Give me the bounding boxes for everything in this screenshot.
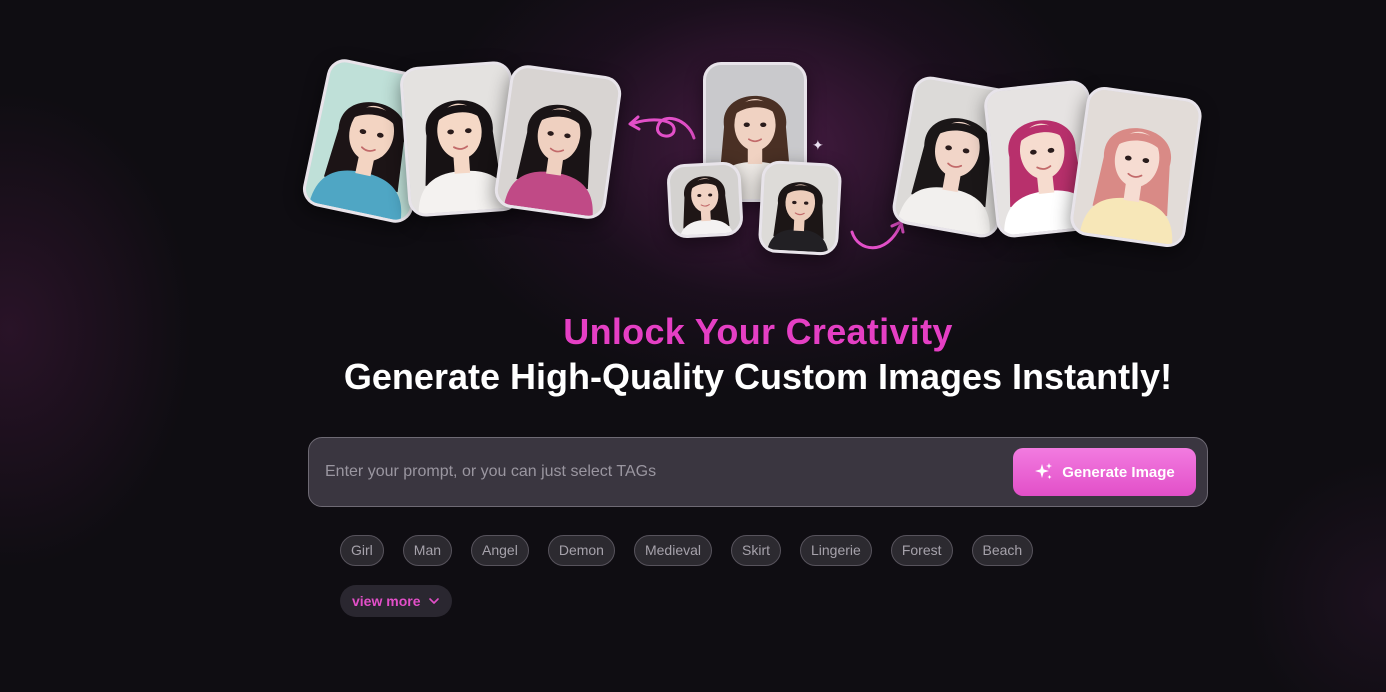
chevron-down-icon bbox=[429, 598, 440, 604]
tag-chip[interactable]: Beach bbox=[971, 535, 1034, 566]
generate-image-button[interactable]: Generate Image bbox=[1013, 448, 1196, 496]
tag-chip[interactable]: Man bbox=[402, 535, 453, 566]
portrait-woman-small bbox=[666, 161, 744, 239]
generate-image-label: Generate Image bbox=[1062, 463, 1175, 481]
tag-chip[interactable]: Demon bbox=[547, 535, 615, 566]
curved-arrow-right-icon bbox=[850, 220, 905, 250]
sparkles-icon bbox=[1035, 463, 1053, 479]
tag-chip[interactable]: Lingerie bbox=[800, 535, 872, 566]
tag-list: Girl Man Angel Demon Medieval Skirt Lingerie Fo… bbox=[340, 535, 1034, 566]
headline-main: Generate High-Quality Custom Images Inst… bbox=[343, 356, 1173, 397]
tag-chip[interactable]: Skirt bbox=[731, 535, 781, 566]
portrait-girl-pink-shirt bbox=[492, 62, 624, 222]
view-more-button[interactable]: view more bbox=[340, 585, 453, 617]
hero-headline: Unlock Your Creativity Generate High-Qua… bbox=[0, 310, 1386, 400]
page: ✦ Unlock Your Creativity Generate High-Q… bbox=[0, 0, 1386, 692]
prompt-bar: Generate Image bbox=[308, 437, 1208, 507]
curved-arrow-left-icon bbox=[628, 115, 696, 140]
view-more-label: view more bbox=[352, 593, 421, 609]
tag-chip[interactable]: Forest bbox=[890, 535, 953, 566]
sparkle-icon: ✦ bbox=[812, 137, 824, 153]
tag-chip[interactable]: Angel bbox=[471, 535, 529, 566]
portrait-woman-pink-hair bbox=[1068, 84, 1204, 250]
tag-chip[interactable]: Girl bbox=[340, 535, 384, 566]
tag-chip[interactable]: Medieval bbox=[633, 535, 712, 566]
portrait-man-small bbox=[757, 159, 843, 257]
prompt-input[interactable] bbox=[325, 463, 1013, 481]
hero-illustration: ✦ bbox=[0, 0, 1386, 280]
headline-accent: Unlock Your Creativity bbox=[563, 311, 953, 352]
